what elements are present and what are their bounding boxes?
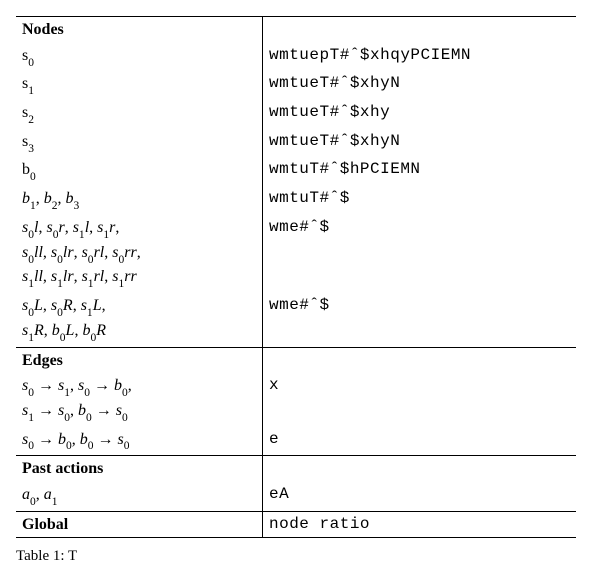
- node-s1: s1: [16, 71, 263, 100]
- feat-b0: wmtuT#ˆ$hPCIEMN: [263, 157, 577, 186]
- feat-b1-b3: wmtuT#ˆ$: [263, 186, 577, 215]
- feat-s2: wmtueT#ˆ$xhy: [263, 100, 577, 129]
- node-s0: s0: [16, 43, 263, 72]
- feat-subtree-1: wme#ˆ$: [263, 215, 577, 293]
- past-a0-a1: a0, a1: [16, 482, 263, 511]
- table-caption: Table 1: T: [16, 548, 582, 565]
- node-s2: s2: [16, 100, 263, 129]
- feat-s1: wmtueT#ˆ$xhyN: [263, 71, 577, 100]
- feat-past: eA: [263, 482, 577, 511]
- edge-set-1: s0 → s1, s0 → b0, s1 → s0, b0 → s0: [16, 373, 263, 426]
- node-b1-b3: b1, b2, b3: [16, 186, 263, 215]
- section-nodes: Nodes: [16, 17, 263, 43]
- section-past: Past actions: [16, 456, 263, 482]
- feat-subtree-2: wme#ˆ$: [263, 293, 577, 347]
- feature-table: Nodes s0 wmtuepT#ˆ$xhqyPCIEMN s1 wmtueT#…: [16, 16, 576, 538]
- section-edges: Edges: [16, 347, 263, 373]
- feat-s0: wmtuepT#ˆ$xhqyPCIEMN: [263, 43, 577, 72]
- node-b0: b0: [16, 157, 263, 186]
- node-subtree-1: s0l, s0r, s1l, s1r, s0ll, s0lr, s0rl, s0…: [16, 215, 263, 293]
- feat-s3: wmtueT#ˆ$xhyN: [263, 129, 577, 158]
- feat-global: node ratio: [263, 511, 577, 538]
- feat-edge-2: e: [263, 427, 577, 456]
- feat-edge-1: x: [263, 373, 577, 426]
- edge-set-2: s0 → b0, b0 → s0: [16, 427, 263, 456]
- node-s3: s3: [16, 129, 263, 158]
- section-global: Global: [16, 511, 263, 538]
- node-subtree-2: s0L, s0R, s1L, s1R, b0L, b0R: [16, 293, 263, 347]
